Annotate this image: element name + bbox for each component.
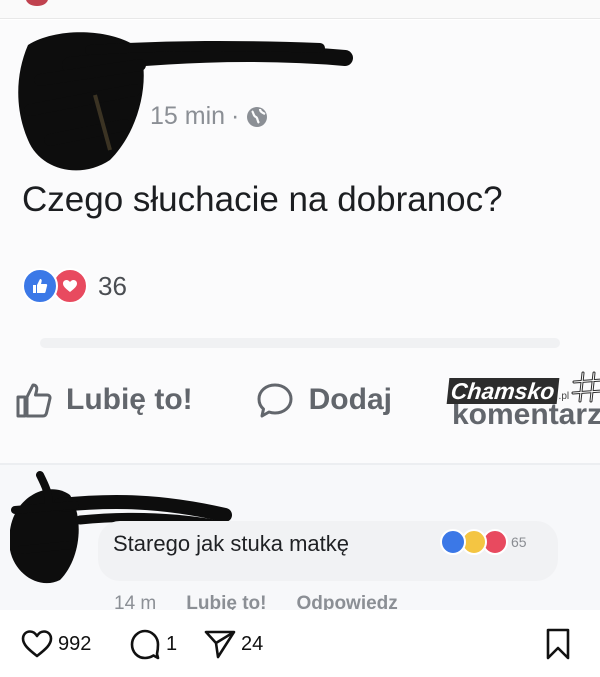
comment-reaction-summary[interactable]: 65 [440,529,527,555]
thumbs-up-icon [22,268,58,304]
thumbs-up-icon [440,529,466,555]
speech-bubble-icon [257,383,293,418]
post-time[interactable]: 15 min [150,102,225,131]
ig-share-count: 24 [241,632,264,655]
avatar-fragment [26,0,48,6]
comment-button[interactable]: Dodaj [193,380,392,420]
paper-plane-icon [204,630,236,659]
bookmark-icon [546,628,570,660]
comment-reaction-count: 65 [511,534,527,550]
facebook-screenshot: 15 min · Czego słuchacie na dobranoc? 36 [0,20,600,610]
comment-time[interactable]: 14 m [114,593,156,610]
ig-comment-count: 1 [166,632,178,655]
comment-reply-link[interactable]: Odpowiedz [296,593,397,610]
globe-icon [247,106,268,127]
comment-like-link[interactable]: Lubię to! [186,593,266,610]
ig-comment-button[interactable]: 1 [128,627,177,661]
ig-like-count: 992 [58,632,92,655]
top-strip [0,0,600,19]
post-actions: Lubię to! Dodaj [14,380,392,420]
thumbs-up-icon [16,383,52,418]
watermark-tld: .pl [558,391,570,402]
comment-button-label: Dodaj [308,383,392,416]
comment-outline-icon [130,629,160,660]
watermark-brand: Chamsko [446,378,559,404]
ig-like-button[interactable]: 992 [20,627,91,661]
divider-line [40,338,560,348]
meta-separator: · [231,102,240,130]
like-button[interactable]: Lubię to! [14,380,193,420]
post-text: Czego słuchacie na dobranoc? [22,180,503,219]
heart-outline-icon [21,630,53,658]
like-button-label: Lubię to! [66,383,193,416]
facebook-post: 15 min · Czego słuchacie na dobranoc? 36 [0,20,600,465]
comment-text: Starego jak stuka matkę [113,531,350,556]
reaction-summary[interactable]: 36 [22,268,127,304]
ig-save-button[interactable] [541,627,575,661]
comment-meta: 14 m Lubię to! Odpowiedz [114,593,398,610]
chamsko-watermark: Chamsko .pl [446,370,600,404]
comment-section: Starego jak stuka matkę 65 14 m Lubię to… [0,465,600,610]
instagram-action-bar: 992 1 24 [0,610,600,677]
ig-share-button[interactable]: 24 [203,627,263,661]
hash-logo-icon [571,371,600,403]
reaction-count: 36 [98,270,127,301]
post-meta: 15 min · [150,102,269,131]
